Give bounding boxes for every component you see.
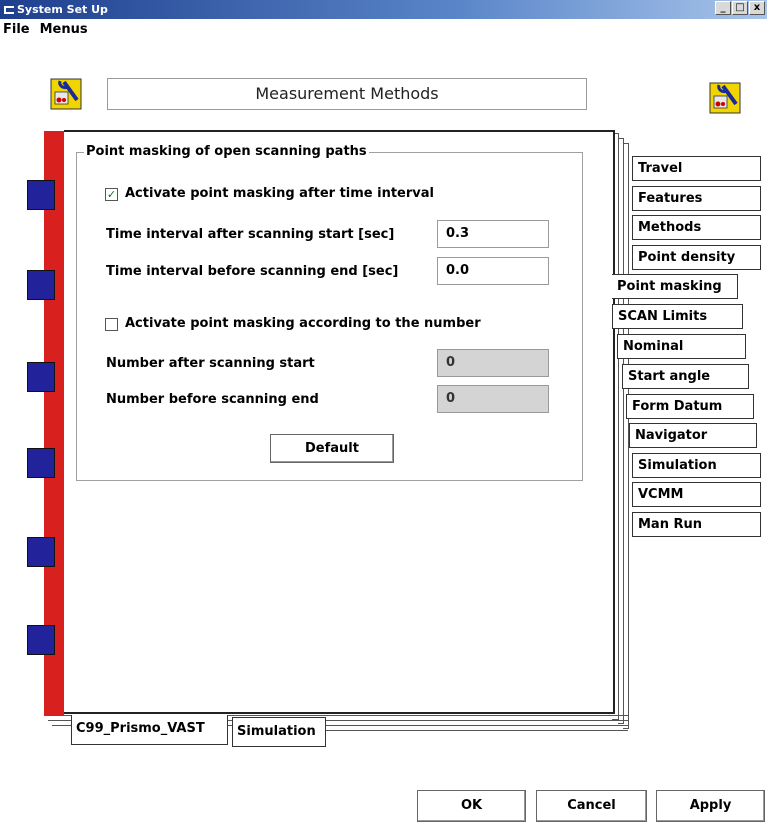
tab-simulation[interactable]: Simulation bbox=[632, 453, 761, 478]
tab-nominal[interactable]: Nominal bbox=[617, 334, 746, 359]
time-end-input[interactable]: 0.0 bbox=[437, 257, 549, 285]
tab-vcmm[interactable]: VCMM bbox=[632, 482, 761, 507]
window-title: System Set Up bbox=[17, 3, 108, 16]
tools-icon[interactable] bbox=[50, 78, 82, 110]
number-checkbox-label: Activate point masking according to the … bbox=[125, 316, 481, 331]
close-button[interactable]: x bbox=[749, 1, 765, 15]
icon-panel bbox=[694, 66, 761, 128]
tab-scan-limits[interactable]: SCAN Limits bbox=[612, 304, 743, 329]
menu-bar: File Menus bbox=[0, 20, 88, 40]
tools-icon bbox=[709, 82, 741, 114]
apply-button[interactable]: Apply bbox=[656, 790, 765, 822]
time-end-label: Time interval before scanning end [sec] bbox=[106, 264, 399, 279]
tab-methods[interactable]: Methods bbox=[632, 215, 761, 240]
time-interval-checkbox-label: Activate point masking after time interv… bbox=[125, 186, 434, 201]
spine-tab[interactable] bbox=[27, 625, 55, 655]
window-controls: _ □ x bbox=[715, 1, 765, 15]
bottom-tab-c99-prismo-vast[interactable]: C99_Prismo_VAST bbox=[71, 715, 228, 745]
number-end-label: Number before scanning end bbox=[106, 392, 319, 407]
spine-tab[interactable] bbox=[27, 537, 55, 567]
group-legend: Point masking of open scanning paths bbox=[84, 144, 369, 159]
maximize-button[interactable]: □ bbox=[732, 1, 748, 15]
title-bar: System Set Up _ □ x bbox=[0, 0, 767, 19]
spine-tab[interactable] bbox=[27, 362, 55, 392]
cancel-button[interactable]: Cancel bbox=[536, 790, 647, 822]
page-bottom-line bbox=[320, 730, 628, 731]
tab-man-run[interactable]: Man Run bbox=[632, 512, 761, 537]
time-start-label: Time interval after scanning start [sec] bbox=[106, 227, 395, 242]
tab-features[interactable]: Features bbox=[632, 186, 761, 211]
spine-tab[interactable] bbox=[27, 448, 55, 478]
tab-navigator[interactable]: Navigator bbox=[629, 423, 757, 448]
menu-file[interactable]: File bbox=[3, 20, 30, 40]
number-end-input[interactable]: 0 bbox=[437, 385, 549, 413]
notebook-page: Point masking of open scanning paths ✓ A… bbox=[64, 130, 615, 714]
number-start-label: Number after scanning start bbox=[106, 356, 315, 371]
tab-start-angle[interactable]: Start angle bbox=[622, 364, 749, 389]
tab-point-density[interactable]: Point density bbox=[632, 245, 761, 270]
default-button[interactable]: Default bbox=[270, 434, 394, 463]
tab-form-datum[interactable]: Form Datum bbox=[626, 394, 754, 419]
window-system-icon[interactable] bbox=[4, 5, 14, 14]
point-masking-group: Point masking of open scanning paths ✓ A… bbox=[76, 144, 583, 481]
time-start-input[interactable]: 0.3 bbox=[437, 220, 549, 248]
number-checkbox[interactable] bbox=[105, 318, 118, 331]
tab-travel[interactable]: Travel bbox=[632, 156, 761, 181]
number-start-input[interactable]: 0 bbox=[437, 349, 549, 377]
time-interval-checkbox[interactable]: ✓ bbox=[105, 188, 118, 201]
page-title: Measurement Methods bbox=[107, 78, 587, 110]
bottom-tab-simulation[interactable]: Simulation bbox=[232, 717, 326, 747]
spine-tab[interactable] bbox=[27, 270, 55, 300]
spine-tab[interactable] bbox=[27, 180, 55, 210]
tab-point-masking[interactable]: Point masking bbox=[612, 274, 738, 299]
ok-button[interactable]: OK bbox=[417, 790, 526, 822]
menu-menus[interactable]: Menus bbox=[40, 20, 88, 40]
minimize-button[interactable]: _ bbox=[715, 1, 731, 15]
